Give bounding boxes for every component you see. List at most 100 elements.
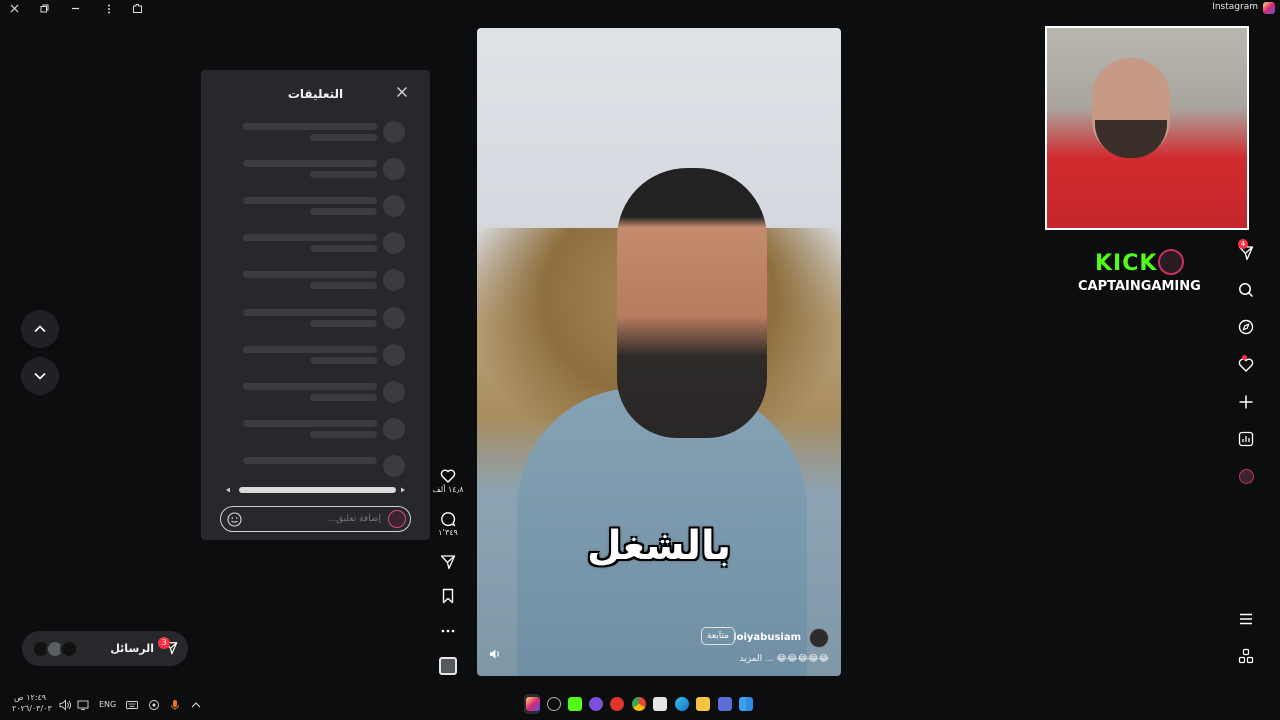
nav-profile[interactable] (1236, 466, 1256, 486)
compass-icon (1238, 319, 1254, 335)
creator-username[interactable]: loiyabusiam (733, 632, 801, 643)
insights-icon (1238, 431, 1254, 447)
comment-skeleton (243, 381, 405, 405)
video-caption[interactable]: 😂😂😂😂😂 ... المزيد (739, 654, 829, 664)
network-tray-icon[interactable] (77, 699, 89, 711)
bookmark-icon (442, 588, 454, 604)
audio-cover (439, 657, 457, 675)
scroll-left-icon[interactable] (225, 487, 231, 493)
chevron-down-icon (34, 372, 46, 380)
instagram-app-icon (1263, 2, 1275, 14)
nav-dashboard[interactable] (1236, 429, 1256, 449)
comment-action[interactable]: ١٬٣٤٩ (433, 511, 463, 537)
app-taskbar-icon[interactable] (589, 697, 603, 711)
comment-composer (220, 506, 411, 532)
chevron-up-icon (34, 325, 46, 333)
share-action[interactable] (433, 554, 463, 570)
share-icon (440, 555, 456, 570)
menu-icon (1240, 613, 1252, 625)
save-action[interactable] (433, 588, 463, 604)
more-action[interactable] (433, 623, 463, 639)
kick-logo: KICK (1095, 251, 1158, 276)
messages-pill[interactable]: الرسائل 3 (22, 631, 188, 666)
heart-icon (440, 469, 456, 483)
search-icon (1239, 283, 1254, 298)
more-icon (441, 629, 455, 633)
minimize-icon[interactable] (67, 1, 83, 16)
nav-notifications[interactable] (1236, 355, 1256, 375)
video-subtitle: بالشغل (586, 523, 732, 569)
creator-avatar[interactable] (809, 628, 829, 648)
previous-reel-button[interactable] (21, 310, 59, 348)
webcam-figure-beard (1095, 120, 1167, 158)
streamer-webcam (1045, 26, 1249, 230)
comment-skeleton (243, 195, 405, 219)
likes-count: ١٤٫٨ ألف (432, 485, 464, 494)
horizontal-scrollbar[interactable] (223, 486, 408, 494)
chevron-up-icon[interactable] (190, 699, 202, 711)
restore-icon[interactable] (36, 1, 52, 16)
profile-avatar-icon (1238, 468, 1254, 484)
nav-search[interactable] (1236, 280, 1256, 300)
comment-skeleton (243, 232, 405, 256)
taskbar-clock-time[interactable]: ١٢:٤٩ ص (14, 693, 46, 702)
obs-taskbar-icon[interactable] (547, 697, 561, 711)
nav-also-from-meta[interactable] (1236, 646, 1256, 666)
scrollbar-thumb[interactable] (239, 487, 396, 493)
app-taskbar-icon[interactable] (653, 697, 667, 711)
taskbar-clock-date[interactable]: ٢٠٢٦/٠٣/٠٣ (12, 704, 52, 713)
audio-thumbnail[interactable] (433, 657, 463, 675)
nav-messages[interactable]: 4 (1236, 239, 1256, 263)
language-indicator[interactable]: ENG (99, 700, 116, 709)
messages-count-badge: 4 (1238, 239, 1248, 249)
chrome-taskbar-icon[interactable] (632, 697, 646, 711)
kick-taskbar-icon[interactable] (568, 697, 582, 711)
location-tray-icon[interactable] (148, 699, 160, 711)
close-icon[interactable] (6, 1, 22, 16)
file-explorer-taskbar-icon[interactable] (696, 697, 710, 711)
scroll-right-icon[interactable] (400, 487, 406, 493)
comment-icon (441, 512, 456, 527)
comment-skeleton (243, 121, 405, 145)
app-taskbar-icon[interactable] (718, 697, 732, 711)
window-title-bar: Instagram (0, 0, 1280, 17)
window-title: Instagram (1212, 2, 1258, 12)
keyboard-tray-icon[interactable] (126, 699, 138, 711)
comments-count: ١٬٣٤٩ (438, 528, 458, 537)
nav-create[interactable] (1236, 392, 1256, 412)
message-avatar (60, 640, 78, 658)
next-reel-button[interactable] (21, 357, 59, 395)
channel-name: CAPTAINGAMING (1078, 279, 1201, 294)
nav-more[interactable] (1236, 609, 1256, 629)
extensions-icon[interactable] (129, 1, 145, 16)
comment-skeleton (243, 455, 405, 479)
comment-skeleton (243, 307, 405, 331)
windows-start-icon[interactable] (739, 697, 753, 711)
notification-dot (1242, 355, 1247, 360)
close-comments-button[interactable] (396, 86, 410, 100)
comment-input[interactable] (249, 511, 381, 527)
reel-video[interactable]: بالشغل loiyabusiam متابعة 😂😂😂😂😂 ... المز… (477, 28, 841, 676)
edge-taskbar-icon[interactable] (675, 697, 689, 711)
comment-skeleton (243, 418, 405, 442)
comments-panel: التعليقات (201, 70, 430, 540)
volume-icon[interactable] (489, 648, 501, 660)
close-icon (397, 87, 407, 97)
comment-skeleton (243, 158, 405, 182)
messages-badge: 3 (158, 637, 170, 649)
app-taskbar-icon[interactable] (610, 697, 624, 711)
messages-label: الرسائل (110, 642, 154, 655)
channel-badge-icon (1158, 249, 1184, 275)
more-menu-icon[interactable] (101, 1, 117, 16)
own-avatar (388, 510, 406, 528)
volume-tray-icon[interactable] (59, 699, 71, 711)
comment-skeleton (243, 269, 405, 293)
like-action[interactable]: ١٤٫٨ ألف (432, 468, 464, 494)
instagram-taskbar-icon[interactable] (526, 697, 540, 711)
nav-explore[interactable] (1236, 317, 1256, 337)
comment-skeleton (243, 344, 405, 368)
microphone-tray-icon[interactable] (169, 699, 181, 711)
follow-button[interactable]: متابعة (701, 627, 735, 645)
emoji-icon[interactable] (227, 512, 242, 527)
video-figure-head (617, 168, 767, 438)
